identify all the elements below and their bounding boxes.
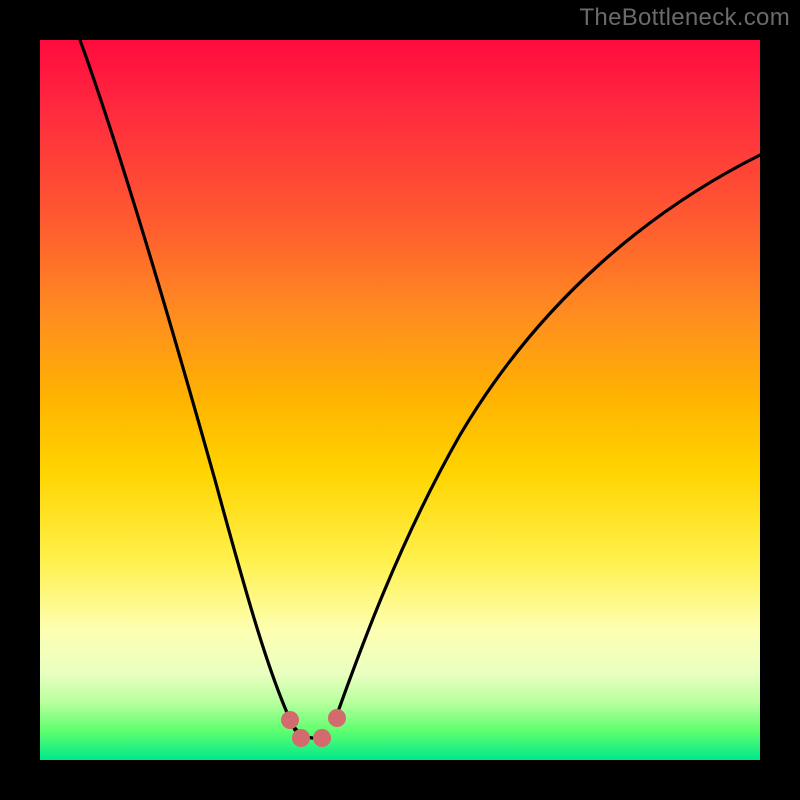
watermark-text: TheBottleneck.com — [579, 4, 790, 32]
curve-svg — [40, 40, 760, 760]
curve-right-branch — [335, 155, 760, 720]
marker-dot — [281, 711, 299, 729]
marker-dot — [313, 729, 331, 747]
plot-area — [40, 40, 760, 760]
curve-left-branch — [80, 40, 295, 730]
marker-dot — [292, 729, 310, 747]
chart-frame: TheBottleneck.com — [0, 0, 800, 800]
marker-dot — [328, 709, 346, 727]
